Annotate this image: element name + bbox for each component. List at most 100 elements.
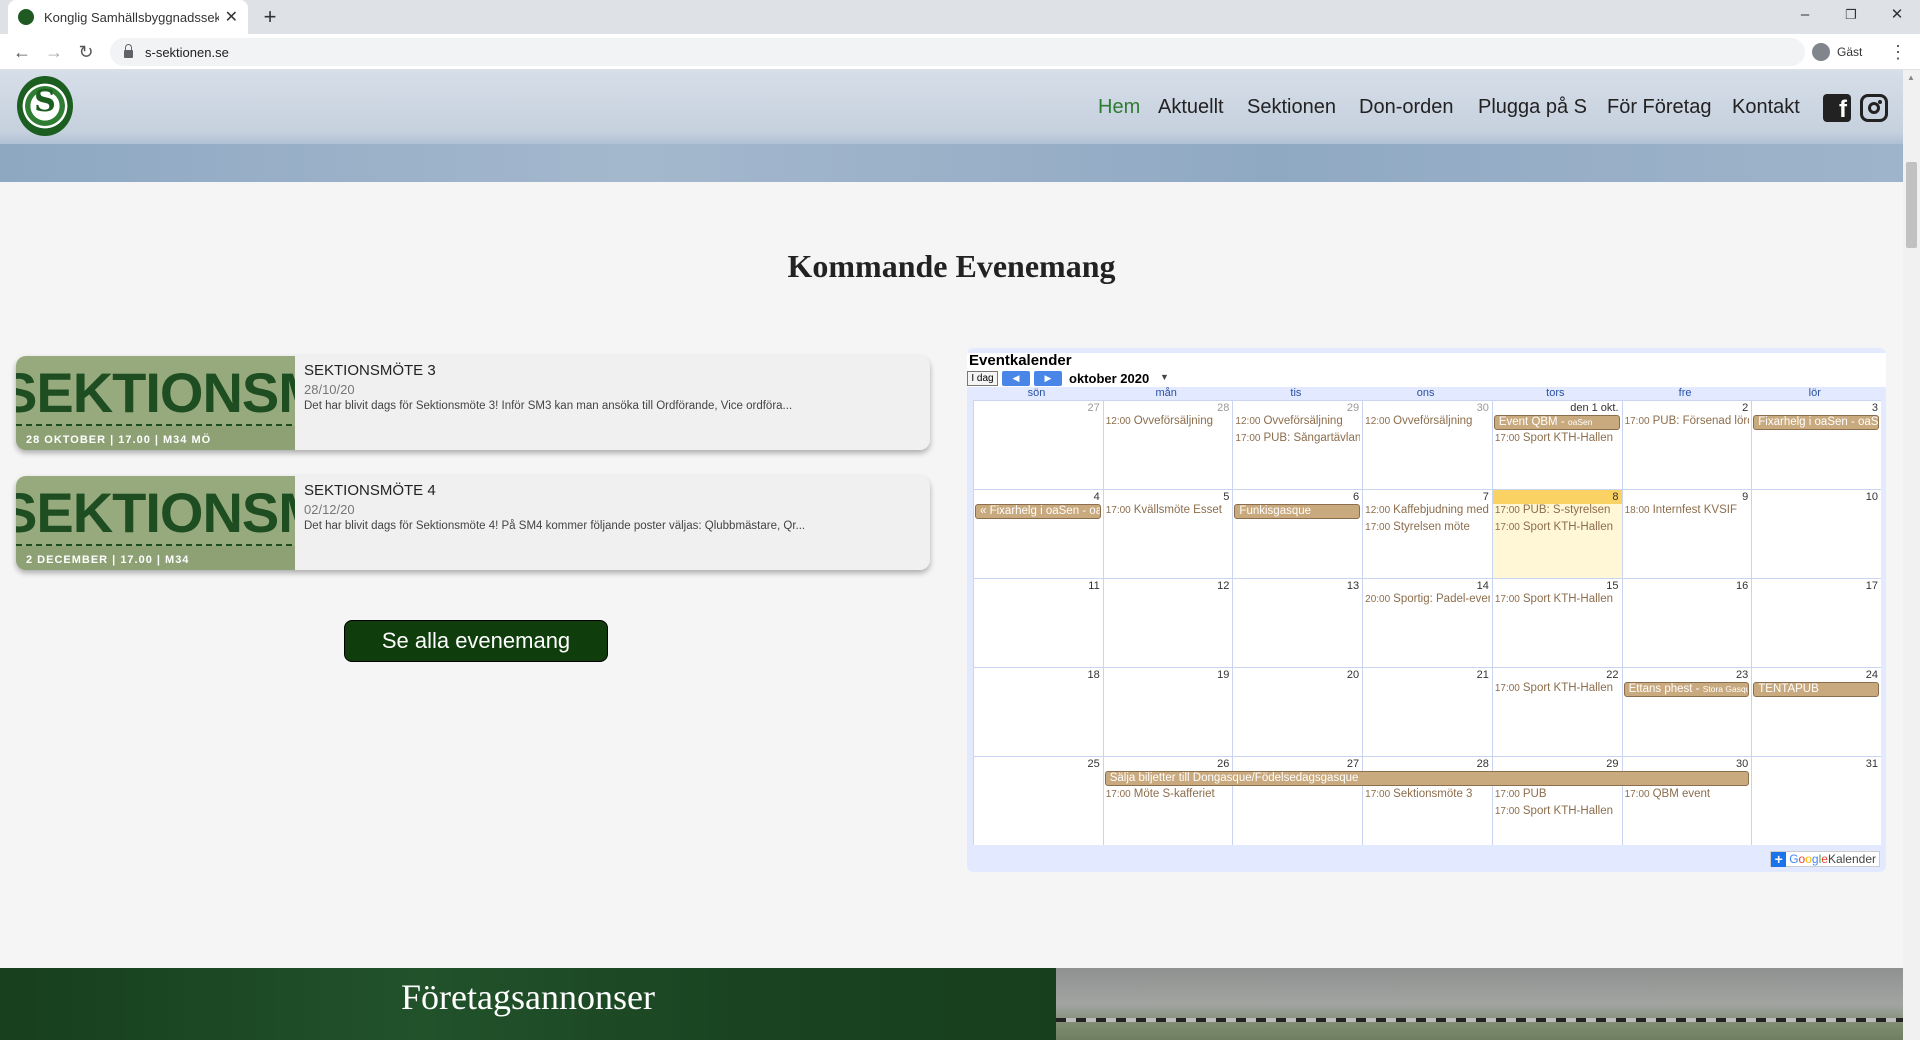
calendar-month[interactable]: oktober 2020	[1069, 371, 1149, 386]
facebook-icon[interactable]: f	[1823, 94, 1851, 123]
calendar-day-cell[interactable]: 16	[1621, 578, 1752, 667]
calendar-day-cell[interactable]: 28	[1362, 756, 1492, 845]
nav-don-orden[interactable]: Don-orden	[1359, 96, 1454, 119]
next-month-button[interactable]: ▶	[1034, 371, 1062, 386]
calendar-day-cell[interactable]: den 1 okt.	[1491, 400, 1622, 489]
browser-tab[interactable]: Konglig Samhällsbyggnadssektio ✕	[8, 0, 248, 34]
allday-event[interactable]: Event QBM - oaSen	[1493, 415, 1620, 430]
instagram-icon[interactable]	[1860, 94, 1888, 122]
calendar-day-cell[interactable]: 12	[1102, 578, 1233, 667]
timed-event[interactable]: 17:00 Sport KTH-Hallen	[1495, 682, 1620, 694]
calendar-day-cell[interactable]: 10	[1751, 489, 1881, 578]
day-number: 5	[1223, 491, 1230, 503]
timed-event[interactable]: 17:00PUB: Försenad lördag	[1625, 415, 1750, 427]
scrollbar-thumb[interactable]	[1906, 162, 1917, 248]
address-bar[interactable]: s-sektionen.se	[110, 38, 1805, 66]
allday-event[interactable]: Ettans phest - Stora Gasque	[1623, 682, 1750, 697]
browser-menu-icon[interactable]: ⋮	[1888, 38, 1908, 66]
calendar-day-cell[interactable]: 25	[973, 756, 1103, 845]
nav-for-foretag[interactable]: För Företag	[1607, 96, 1711, 119]
allday-event[interactable]: « Fixarhelg i oaSen - oaSen	[975, 504, 1101, 519]
calendar-day-cell[interactable]: 9	[1621, 489, 1752, 578]
new-tab-button[interactable]: +	[258, 5, 282, 29]
timed-event[interactable]: 17:00 Sport KTH-Hallen	[1495, 521, 1620, 533]
reload-icon[interactable]: ↻	[72, 38, 100, 66]
allday-event[interactable]: TENTAPUB	[1753, 682, 1879, 697]
calendar-day-cell[interactable]: 4	[973, 489, 1103, 578]
allday-event[interactable]: Sälja biljetter till Dongasque/Födelseda…	[1104, 771, 1750, 786]
calendar-day-cell[interactable]: 17	[1751, 578, 1881, 667]
scroll-up-icon[interactable]: ▲	[1907, 73, 1915, 82]
page-scrollbar[interactable]: ▲	[1903, 70, 1920, 1040]
calendar-day-cell[interactable]: 27	[1232, 756, 1363, 845]
calendar-day-cell[interactable]: 21	[1362, 667, 1492, 756]
allday-event[interactable]: Fixarhelg i oaSen - oaSen	[1753, 415, 1879, 430]
timed-event[interactable]: 20:00 Sportig: Padel-event	[1365, 593, 1490, 605]
timed-event[interactable]: 17:00 PUB: Sångartävlan	[1235, 432, 1360, 444]
timed-event[interactable]: 12:00 Ovveförsäljning	[1365, 415, 1490, 427]
event-card[interactable]: SEKTIONSMÖTE 28 OKTOBER | 17.00 | M34 MÖ…	[16, 356, 930, 450]
see-all-events-button[interactable]: Se alla evenemang	[344, 620, 608, 662]
calendar-day-cell[interactable]: 24	[1751, 667, 1881, 756]
nav-sektionen[interactable]: Sektionen	[1247, 96, 1336, 119]
timed-event[interactable]: 17:00 Möte S-kafferiet	[1106, 788, 1231, 800]
day-number: 22	[1606, 669, 1619, 681]
timed-event[interactable]: 17:00 Sport KTH-Hallen	[1495, 805, 1620, 817]
calendar-day-cell[interactable]: 5	[1102, 489, 1233, 578]
close-window-button[interactable]: ✕	[1874, 0, 1920, 34]
timed-event[interactable]: 17:00 QBM event	[1625, 788, 1750, 800]
calendar-day-cell[interactable]: 30	[1621, 756, 1752, 845]
event-title[interactable]: SEKTIONSMÖTE 3	[304, 362, 436, 379]
timed-event[interactable]: 17:00 Sport KTH-Hallen	[1495, 593, 1620, 605]
calendar-day-cell[interactable]: 22	[1491, 667, 1622, 756]
calendar-day-cell[interactable]: 14	[1362, 578, 1492, 667]
back-arrow-icon[interactable]: ←	[8, 38, 36, 66]
timed-event[interactable]: 17:00 Sektionsmöte 3	[1365, 788, 1490, 800]
calendar-day-cell[interactable]: 29	[1491, 756, 1622, 845]
calendar-day-cell[interactable]: 31	[1751, 756, 1881, 845]
calendar-day-cell[interactable]: 7	[1362, 489, 1492, 578]
calendar-day-cell[interactable]: 3	[1751, 400, 1881, 489]
timed-event[interactable]: 18:00 Internfest KVSIF	[1625, 504, 1750, 516]
calendar-day-cell[interactable]: 28	[1102, 400, 1233, 489]
nav-plugga-pa-s[interactable]: Plugga på S	[1478, 96, 1587, 119]
timed-event[interactable]: 12:00 Ovveförsäljning	[1106, 415, 1231, 427]
calendar-day-cell[interactable]: 2	[1621, 400, 1752, 489]
calendar-day-cell[interactable]: 6	[1232, 489, 1363, 578]
tab-close-icon[interactable]: ✕	[225, 7, 238, 27]
minimize-button[interactable]: –	[1782, 0, 1828, 34]
calendar-day-cell[interactable]: 15	[1491, 578, 1622, 667]
nav-kontakt[interactable]: Kontakt	[1732, 96, 1800, 119]
calendar-day-cell[interactable]: 30	[1362, 400, 1492, 489]
calendar-day-cell[interactable]: 11	[973, 578, 1103, 667]
event-card[interactable]: SEKTIONSMÖTE 2 DECEMBER | 17.00 | M34 SE…	[16, 476, 930, 570]
prev-month-button[interactable]: ◀	[1002, 371, 1030, 386]
timed-event[interactable]: 12:00 Ovveförsäljning	[1235, 415, 1360, 427]
weekday-label: sön	[1027, 387, 1046, 399]
calendar-day-cell[interactable]: 8	[1491, 489, 1622, 578]
timed-event[interactable]: 17:00 PUB	[1495, 788, 1620, 800]
timed-event[interactable]: 17:00 PUB: S-styrelsen	[1495, 504, 1620, 516]
chevron-down-icon[interactable]: ▼	[1160, 372, 1169, 382]
google-calendar-button[interactable]: + Google Kalender	[1770, 851, 1880, 867]
event-title[interactable]: SEKTIONSMÖTE 4	[304, 482, 436, 499]
profile-button[interactable]: Gäst	[1812, 39, 1862, 65]
timed-event[interactable]: 12:00 Kaffebjudning med	[1365, 504, 1490, 516]
calendar-day-cell[interactable]: 27	[973, 400, 1103, 489]
calendar-day-cell[interactable]: 26	[1102, 756, 1233, 845]
calendar-day-cell[interactable]: 20	[1232, 667, 1363, 756]
maximize-button[interactable]: ❐	[1828, 0, 1874, 34]
timed-event[interactable]: 17:00 Sport KTH-Hallen	[1495, 432, 1620, 444]
calendar-day-cell[interactable]: 19	[1102, 667, 1233, 756]
timed-event[interactable]: 17:00 Styrelsen möte	[1365, 521, 1490, 533]
nav-aktuellt[interactable]: Aktuellt	[1158, 96, 1224, 119]
allday-event[interactable]: Funkisgasque	[1234, 504, 1361, 519]
timed-event[interactable]: 17:00 Kvällsmöte Esset	[1106, 504, 1231, 516]
forward-arrow-icon[interactable]: →	[40, 38, 68, 66]
calendar-day-cell[interactable]: 18	[973, 667, 1103, 756]
today-button[interactable]: I dag	[967, 371, 998, 386]
calendar-day-cell[interactable]: 23	[1621, 667, 1752, 756]
calendar-day-cell[interactable]: 13	[1232, 578, 1363, 667]
nav-hem[interactable]: Hem	[1098, 96, 1140, 119]
calendar-day-cell[interactable]: 29	[1232, 400, 1363, 489]
